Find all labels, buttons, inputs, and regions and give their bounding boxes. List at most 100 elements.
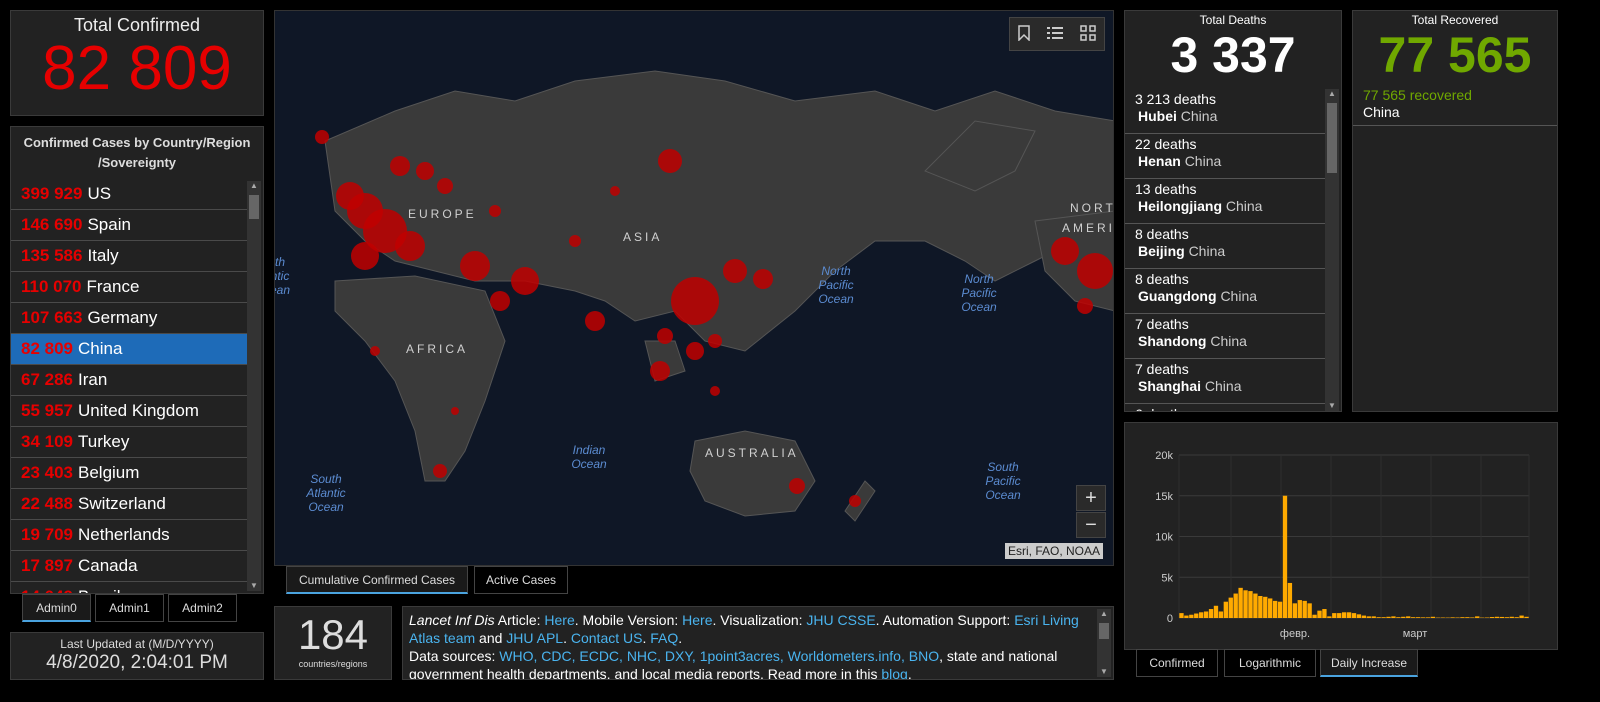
tab-admin0[interactable]: Admin0 — [22, 594, 91, 622]
chart-bar[interactable] — [1292, 603, 1298, 618]
chart-bar[interactable] — [1489, 617, 1495, 618]
deaths-scrollbar[interactable]: ▲ ▼ — [1325, 89, 1339, 411]
country-row-france[interactable]: 110 070 France — [11, 272, 247, 303]
chart-bar[interactable] — [1272, 600, 1278, 618]
scroll-thumb[interactable] — [1327, 103, 1337, 173]
death-row[interactable]: 8 deaths Beijing China — [1125, 224, 1325, 269]
chart-bar[interactable] — [1208, 609, 1214, 618]
tab-confirmed[interactable]: Confirmed — [1136, 649, 1218, 677]
scroll-down-icon[interactable]: ▼ — [247, 581, 261, 591]
chart-bar[interactable] — [1184, 615, 1189, 618]
chart-bar[interactable] — [1366, 616, 1371, 618]
chart-bar[interactable] — [1223, 601, 1228, 618]
info-scrollbar[interactable]: ▲ ▼ — [1097, 609, 1111, 677]
chart-bar[interactable] — [1504, 617, 1509, 618]
chart-bar[interactable] — [1248, 591, 1253, 618]
country-row-turkey[interactable]: 34 109 Turkey — [11, 427, 247, 458]
zoom-out-button[interactable]: − — [1076, 512, 1106, 538]
chart-bar[interactable] — [1228, 597, 1233, 618]
contact-link[interactable]: Contact US — [571, 630, 643, 646]
chart-bar[interactable] — [1425, 617, 1431, 618]
chart-bar[interactable] — [1420, 617, 1426, 618]
jhu-apl-link[interactable]: JHU APL — [506, 630, 563, 646]
chart-bar[interactable] — [1396, 617, 1401, 618]
chart-bar[interactable] — [1499, 616, 1505, 618]
chart-bar[interactable] — [1277, 601, 1283, 618]
country-row-netherlands[interactable]: 19 709 Netherlands — [11, 520, 247, 551]
chart-bar[interactable] — [1386, 616, 1391, 618]
chart-bar[interactable] — [1179, 613, 1184, 618]
chart-bar[interactable] — [1297, 600, 1302, 618]
faq-link[interactable]: FAQ — [650, 630, 678, 646]
death-row[interactable]: 7 deaths Shanghai China — [1125, 359, 1325, 404]
chart-bar[interactable] — [1356, 614, 1362, 618]
country-row-united-kingdom[interactable]: 55 957 United Kingdom — [11, 396, 247, 427]
legend-list-icon[interactable] — [1046, 26, 1063, 43]
tab-cumulative-confirmed-cases[interactable]: Cumulative Confirmed Cases — [286, 566, 468, 594]
chart-bar[interactable] — [1465, 617, 1470, 618]
chart-bar[interactable] — [1238, 587, 1243, 618]
chart-bar[interactable] — [1346, 612, 1352, 618]
chart-bar[interactable] — [1203, 611, 1209, 618]
chart-bar[interactable] — [1213, 605, 1219, 618]
country-row-italy[interactable]: 135 586 Italy — [11, 241, 247, 272]
chart-bar[interactable] — [1312, 614, 1317, 618]
country-row-brazil[interactable]: 14 049 Brazil — [11, 582, 247, 593]
jhu-csse-link[interactable]: JHU CSSE — [806, 612, 875, 628]
chart-bar[interactable] — [1341, 612, 1347, 618]
scroll-up-icon[interactable]: ▲ — [247, 181, 261, 191]
country-row-germany[interactable]: 107 663 Germany — [11, 303, 247, 334]
scroll-up-icon[interactable]: ▲ — [1325, 89, 1339, 99]
chart-bar[interactable] — [1430, 616, 1436, 618]
basemap-gallery-icon[interactable] — [1079, 24, 1096, 44]
chart-bar[interactable] — [1460, 617, 1465, 618]
country-row-us[interactable]: 399 929 US — [11, 179, 247, 210]
chart-bar[interactable] — [1194, 613, 1199, 618]
chart-bar[interactable] — [1253, 593, 1258, 618]
map-panel[interactable]: EUROPE ASIA AFRICA AUSTRALIA NORTH AMERI… — [274, 10, 1114, 566]
chart-bar[interactable] — [1406, 616, 1411, 618]
scroll-down-icon[interactable]: ▼ — [1097, 667, 1111, 677]
chart-bar[interactable] — [1218, 611, 1224, 618]
chart-bar[interactable] — [1258, 595, 1263, 618]
death-row[interactable]: 22 deaths Henan China — [1125, 134, 1325, 179]
tab-logarithmic[interactable]: Logarithmic — [1224, 649, 1316, 677]
chart-bar[interactable] — [1189, 614, 1194, 618]
chart-bar[interactable] — [1381, 617, 1386, 618]
chart-bar[interactable] — [1322, 609, 1327, 618]
country-row-switzerland[interactable]: 22 488 Switzerland — [11, 489, 247, 520]
scroll-down-icon[interactable]: ▼ — [1325, 401, 1339, 411]
blog-link[interactable]: blog — [881, 666, 907, 679]
chart-bar[interactable] — [1415, 617, 1421, 618]
chart-bar[interactable] — [1410, 617, 1416, 618]
scroll-up-icon[interactable]: ▲ — [1097, 609, 1111, 619]
chart-bar[interactable] — [1268, 598, 1273, 618]
bookmark-icon[interactable] — [1018, 24, 1031, 44]
country-row-canada[interactable]: 17 897 Canada — [11, 551, 247, 582]
death-row[interactable]: 6 deaths — [1125, 404, 1325, 411]
death-row[interactable]: 13 deaths Heilongjiang China — [1125, 179, 1325, 224]
chart-bar[interactable] — [1327, 616, 1332, 618]
data-sources-links[interactable]: WHO, CDC, ECDC, NHC, DXY, 1point3acres, … — [499, 648, 939, 664]
tab-admin2[interactable]: Admin2 — [168, 594, 237, 622]
chart-bar[interactable] — [1509, 616, 1514, 618]
scroll-thumb[interactable] — [249, 195, 259, 219]
chart-bar[interactable] — [1391, 616, 1396, 618]
country-row-china[interactable]: 82 809 China — [11, 334, 247, 365]
chart-bar[interactable] — [1494, 616, 1500, 618]
mobile-version-link[interactable]: Here — [682, 612, 712, 628]
tab-admin1[interactable]: Admin1 — [95, 594, 164, 622]
country-row-belgium[interactable]: 23 403 Belgium — [11, 458, 247, 489]
chart-bar[interactable] — [1371, 616, 1376, 618]
death-row[interactable]: 3 213 deaths Hubei China — [1125, 89, 1325, 134]
scroll-thumb[interactable] — [1099, 623, 1109, 639]
chart-bar[interactable] — [1519, 615, 1524, 618]
chart-bar[interactable] — [1361, 615, 1367, 618]
chart-bar[interactable] — [1233, 593, 1238, 618]
chart-bar[interactable] — [1450, 617, 1455, 618]
country-row-iran[interactable]: 67 286 Iran — [11, 365, 247, 396]
chart-bar[interactable] — [1470, 617, 1475, 618]
article-link[interactable]: Here — [544, 612, 574, 628]
chart-bar[interactable] — [1282, 495, 1288, 618]
chart-bar[interactable] — [1337, 613, 1342, 618]
